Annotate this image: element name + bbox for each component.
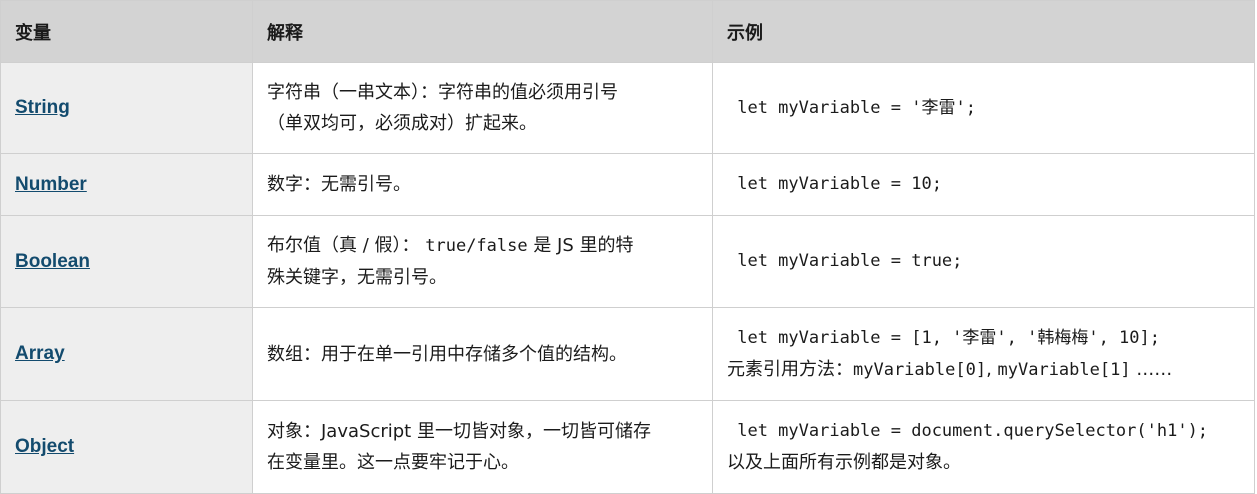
table-row: String 字符串（一串文本）：字符串的值必须用引号 （单双均可，必须成对）扩…: [0, 62, 1255, 154]
description-cell: 对象：JavaScript 里一切皆对象，一切皆可储存 在变量里。这一点要牢记于…: [252, 400, 713, 494]
example-code: let myVariable = document.querySelector(…: [727, 421, 1209, 441]
example-code: let myVariable = '李雷';: [727, 97, 976, 118]
table-header-row: 变量 解释 示例: [0, 0, 1255, 63]
object-link[interactable]: Object: [15, 436, 74, 457]
example-cell: let myVariable = '李雷';: [712, 62, 1255, 154]
description-cell: 布尔值（真 / 假）： true/false 是 JS 里的特 殊关键字，无需引…: [252, 215, 713, 308]
example-note: 以及上面所有示例都是对象。: [727, 452, 961, 473]
type-name-cell: Array: [0, 307, 253, 401]
description-line: 字符串（一串文本）：字符串的值必须用引号: [267, 82, 618, 103]
description-text: 布尔值（真 / 假）：: [267, 235, 420, 256]
table-row: Array 数组：用于在单一引用中存储多个值的结构。 let myVariabl…: [0, 307, 1255, 401]
description-text: 是 JS 里的特: [527, 235, 634, 256]
variable-types-table: 变量 解释 示例 String 字符串（一串文本）：字符串的值必须用引号 （单双…: [0, 0, 1255, 494]
example-note: 元素引用方法：myVariable[0], myVariable[1] ……: [727, 354, 1240, 386]
description-line: 殊关键字，无需引号。: [267, 267, 447, 288]
example-cell: let myVariable = document.querySelector(…: [712, 400, 1255, 494]
example-code: let myVariable = 10;: [727, 174, 942, 194]
description-line: 数字：无需引号。: [267, 174, 411, 195]
description-line: 布尔值（真 / 假）： true/false 是 JS 里的特: [267, 230, 698, 262]
description-line: 对象：JavaScript 里一切皆对象，一切皆可储存: [267, 421, 651, 442]
description-line: （单双均可，必须成对）扩起来。: [267, 113, 537, 134]
header-variable: 变量: [0, 0, 253, 63]
header-explanation: 解释: [252, 0, 713, 63]
description-line: 在变量里。这一点要牢记于心。: [267, 452, 519, 473]
example-cell: let myVariable = [1, '李雷', '韩梅梅', 10]; 元…: [712, 307, 1255, 401]
array-link[interactable]: Array: [15, 343, 65, 364]
example-cell: let myVariable = true;: [712, 215, 1255, 308]
example-code: let myVariable = [1, '李雷', '韩梅梅', 10];: [727, 327, 1160, 348]
type-name-cell: Number: [0, 153, 253, 216]
description-cell: 数字：无需引号。: [252, 153, 713, 216]
example-note-text: ,: [986, 358, 998, 380]
example-cell: let myVariable = 10;: [712, 153, 1255, 216]
boolean-link[interactable]: Boolean: [15, 251, 90, 272]
description-cell: 字符串（一串文本）：字符串的值必须用引号 （单双均可，必须成对）扩起来。: [252, 62, 713, 154]
table-row: Boolean 布尔值（真 / 假）： true/false 是 JS 里的特 …: [0, 215, 1255, 308]
inline-code: true/false: [425, 236, 528, 256]
table-row: Number 数字：无需引号。 let myVariable = 10;: [0, 153, 1255, 216]
example-note-text: 元素引用方法：: [727, 358, 853, 380]
description-line: 数组：用于在单一引用中存储多个值的结构。: [267, 343, 627, 365]
header-example: 示例: [712, 0, 1255, 63]
inline-code: myVariable[1]: [997, 359, 1131, 380]
inline-code: myVariable[0]: [853, 359, 987, 380]
example-note-text: ……: [1130, 358, 1173, 380]
type-name-cell: String: [0, 62, 253, 154]
number-link[interactable]: Number: [15, 174, 87, 195]
description-cell: 数组：用于在单一引用中存储多个值的结构。: [252, 307, 713, 401]
type-name-cell: Object: [0, 400, 253, 494]
table-row: Object 对象：JavaScript 里一切皆对象，一切皆可储存 在变量里。…: [0, 400, 1255, 494]
type-name-cell: Boolean: [0, 215, 253, 308]
string-link[interactable]: String: [15, 97, 70, 118]
example-code: let myVariable = true;: [727, 251, 963, 271]
